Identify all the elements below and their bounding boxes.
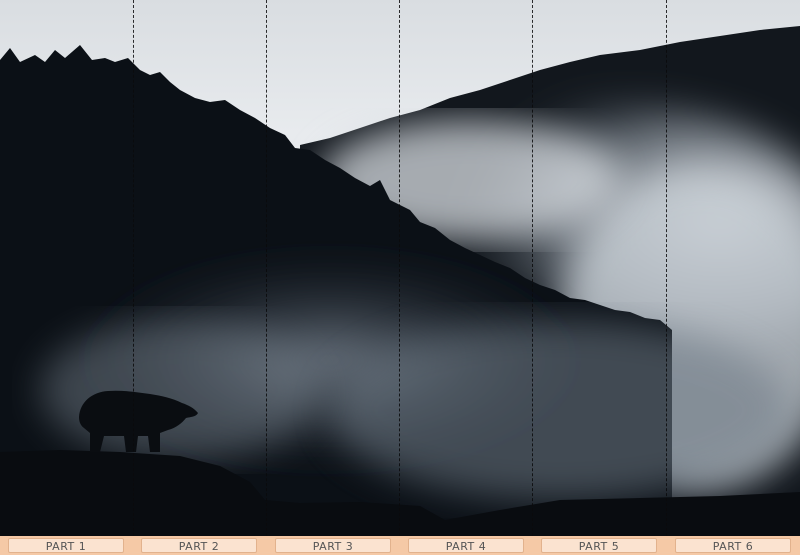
- part-label-1: PART 1: [8, 538, 124, 553]
- panel-divider: [399, 0, 400, 536]
- part-label-3: PART 3: [275, 538, 391, 553]
- mural-preview: PART 1 PART 2 PART 3 PART 4 PART 5 PART …: [0, 0, 800, 555]
- part-label-4: PART 4: [408, 538, 524, 553]
- panel-divider: [133, 0, 134, 536]
- panel-divider: [532, 0, 533, 536]
- part-label-2: PART 2: [141, 538, 257, 553]
- forest-scene-image: [0, 0, 800, 536]
- panel-divider: [266, 0, 267, 536]
- part-label-6: PART 6: [675, 538, 791, 553]
- panel-divider: [666, 0, 667, 536]
- part-label-5: PART 5: [541, 538, 657, 553]
